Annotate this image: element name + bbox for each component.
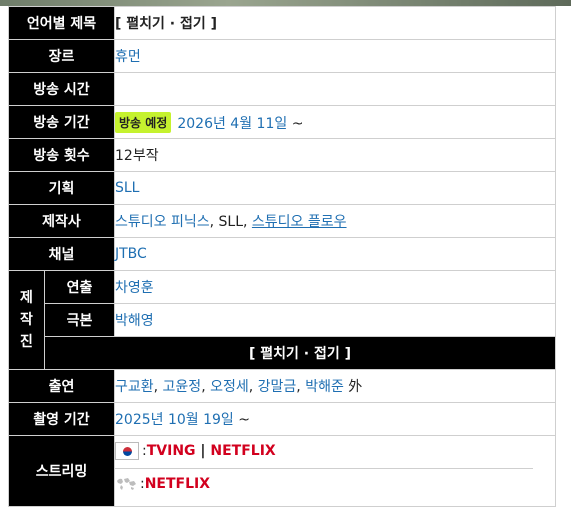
label-air-time: 방송 시간	[8, 72, 115, 106]
writer-link[interactable]: 박해영	[115, 313, 154, 329]
row-cast: 출연 구교환, 고윤정, 오정세, 강말금, 박해준 外	[8, 369, 556, 403]
netflix-global-link[interactable]: NETFLIX	[145, 476, 210, 492]
label-streaming: 스트리밍	[8, 435, 115, 507]
filming-suffix: ~	[233, 412, 250, 428]
cast-link[interactable]: 박해준	[305, 379, 344, 395]
row-streaming: 스트리밍 : TVING | NETFLIX : NETFLIX	[8, 435, 556, 507]
label-filming: 촬영 기간	[8, 402, 115, 436]
label-planning: 기획	[8, 171, 115, 205]
streaming-global: : NETFLIX	[115, 469, 555, 499]
label-episodes: 방송 횟수	[8, 138, 115, 172]
label-language-title: 언어별 제목	[8, 6, 115, 40]
cast-link[interactable]: 구교환	[115, 379, 154, 395]
tving-link[interactable]: TVING	[147, 443, 196, 459]
label-air-period: 방송 기간	[8, 105, 115, 139]
air-date-suffix: ~	[287, 115, 304, 132]
row-writer: 극본 박해영	[9, 303, 556, 337]
studio-flow-link[interactable]: 스튜디오 플로우	[252, 214, 347, 230]
cast-link[interactable]: 오정세	[210, 379, 249, 395]
genre-link[interactable]: 휴먼	[115, 49, 141, 65]
row-episodes: 방송 횟수 12부작	[8, 138, 556, 172]
label-crew: 제 작 진	[8, 270, 45, 370]
row-language-title: 언어별 제목 [ 펼치기 · 접기 ]	[8, 6, 556, 40]
director-link[interactable]: 차영훈	[115, 280, 154, 296]
cast-link[interactable]: 강말금	[258, 379, 297, 395]
status-badge: 방송 예정	[115, 111, 172, 133]
row-channel: 채널 JTBC	[8, 237, 556, 271]
row-production: 제작사 스튜디오 피닉스, SLL, 스튜디오 플로우	[8, 204, 556, 238]
row-air-period: 방송 기간 방송 예정 2026년 4월 11일 ~	[8, 105, 556, 139]
row-director: 제 작 진 연출 차영훈	[8, 270, 556, 370]
row-planning: 기획 SLL	[8, 171, 556, 205]
streaming-domestic: : TVING | NETFLIX	[115, 436, 555, 466]
episodes-value: 12부작	[114, 138, 556, 172]
label-production: 제작사	[8, 204, 115, 238]
cast-suffix: 外	[343, 379, 363, 395]
studio-phoenix-link[interactable]: 스튜디오 피닉스	[115, 214, 210, 230]
planning-link[interactable]: SLL	[115, 180, 140, 196]
production-separator: , SLL,	[209, 214, 252, 230]
world-map-icon	[117, 478, 136, 490]
label-director: 연출	[44, 270, 115, 304]
drama-info-table: 언어별 제목 [ 펼치기 · 접기 ] 장르 휴먼 방송 시간 방송 기간 방송…	[8, 6, 556, 507]
air-date-link[interactable]: 2026년 4월 11일	[177, 116, 287, 132]
air-time-value	[114, 72, 556, 106]
netflix-link[interactable]: NETFLIX	[210, 443, 275, 459]
south-korea-flag-icon	[115, 442, 139, 460]
cast-link[interactable]: 고윤정	[163, 379, 202, 395]
filming-date-link[interactable]: 2025년 10월 19일	[115, 412, 234, 428]
label-cast: 출연	[8, 369, 115, 403]
label-writer: 극본	[44, 303, 115, 337]
expand-toggle-crew[interactable]: [ 펼치기 · 접기 ]	[44, 336, 556, 370]
channel-link[interactable]: JTBC	[115, 246, 147, 262]
row-air-time: 방송 시간	[8, 72, 556, 106]
row-genre: 장르 휴먼	[8, 39, 556, 73]
expand-toggle-language-title[interactable]: [ 펼치기 · 접기 ]	[114, 6, 556, 40]
row-filming: 촬영 기간 2025년 10월 19일 ~	[8, 402, 556, 436]
row-crew-fold: [ 펼치기 · 접기 ]	[9, 336, 556, 370]
label-genre: 장르	[8, 39, 115, 73]
label-channel: 채널	[8, 237, 115, 271]
